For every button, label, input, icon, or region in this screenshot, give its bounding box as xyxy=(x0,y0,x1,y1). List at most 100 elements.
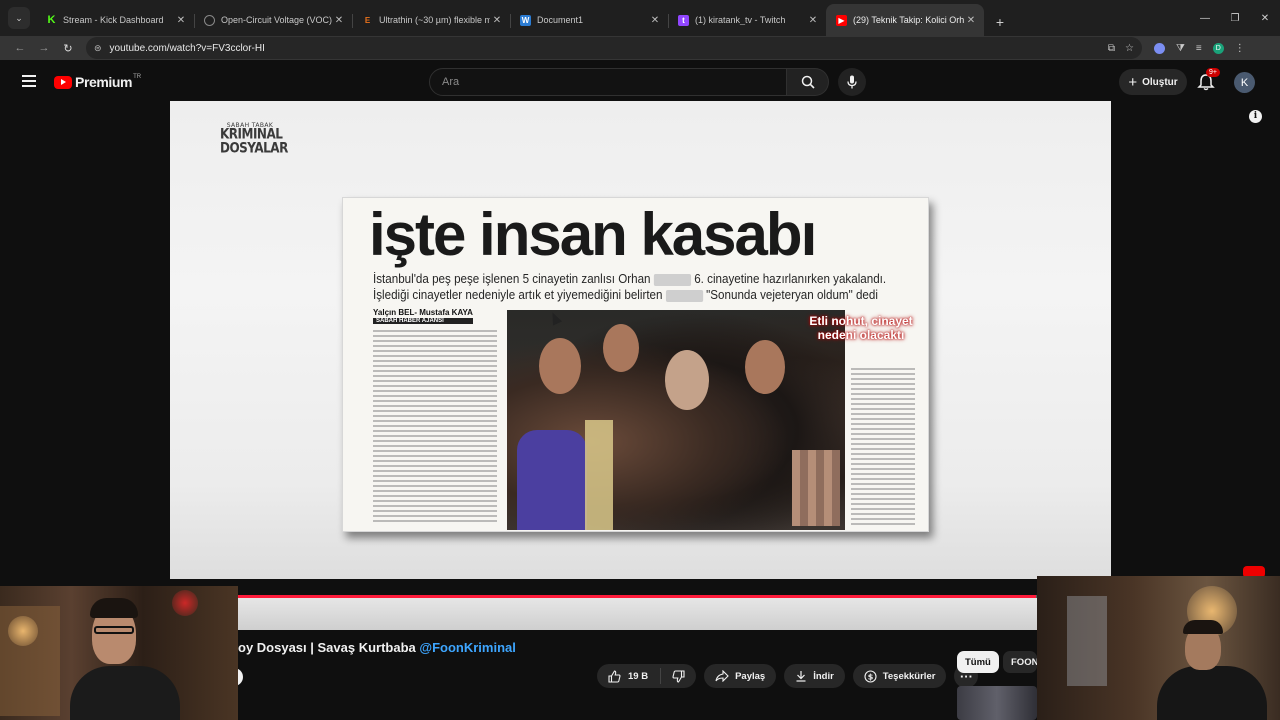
streamer-webcam-right xyxy=(1037,576,1280,720)
photo-face xyxy=(539,338,581,394)
tab-title: (29) Teknik Takip: Kolici Orhan A xyxy=(853,15,964,25)
browser-tab[interactable]: E Ultrathin (~30 µm) flexible mon ✕ xyxy=(352,4,510,36)
browser-tab[interactable]: K Stream - Kick Dashboard ✕ xyxy=(36,4,194,36)
browser-tab[interactable]: t (1) kiratank_tv - Twitch ✕ xyxy=(668,4,826,36)
photo-figure xyxy=(585,420,613,530)
clipping-text-column xyxy=(851,368,915,526)
back-arrow-icon[interactable]: ← xyxy=(8,36,32,60)
voice-search-button[interactable] xyxy=(838,68,866,96)
reading-list-icon[interactable]: ≡ xyxy=(1196,43,1202,54)
chip-all[interactable]: Tümü xyxy=(957,651,999,673)
minimize-icon[interactable]: — xyxy=(1190,0,1220,36)
url-text[interactable]: youtube.com/watch?v=FV3cclor-HI xyxy=(110,43,1108,54)
byline-authors: Yalçın BEL- Mustafa KAYA xyxy=(373,308,473,317)
tab-close-icon[interactable]: ✕ xyxy=(964,15,978,26)
hamburger-menu-icon[interactable] xyxy=(22,75,36,91)
tab-list: K Stream - Kick Dashboard ✕ Open-Circuit Vo… xyxy=(36,4,984,36)
chip-channel[interactable]: FOON xyxy=(1003,651,1037,673)
channel-watermark: SABAH TABAK KRIMINAL DOSYALAR xyxy=(220,123,288,155)
byline-agency: SABAH HABER AJANSI xyxy=(373,318,473,324)
thumbs-up-icon xyxy=(608,669,621,683)
like-button[interactable]: 19 B xyxy=(608,668,662,684)
extension-icon[interactable] xyxy=(1154,42,1165,54)
search-input[interactable] xyxy=(430,69,786,95)
tab-close-icon[interactable]: ✕ xyxy=(806,15,820,26)
region-label: TR xyxy=(133,74,142,80)
profile-avatar[interactable]: D xyxy=(1212,42,1224,54)
clipping-subline-2a: İşlediği cinayetler nedeniyle artık et y… xyxy=(373,288,663,302)
video-actions: 19 B Paylaş İndir $ Teşekkürler ··· xyxy=(597,664,979,688)
share-label: Paylaş xyxy=(735,670,766,682)
search-button[interactable] xyxy=(787,68,829,96)
photo-figure xyxy=(517,430,587,530)
youtube-icon: ▶ xyxy=(836,14,847,26)
create-button[interactable]: + Oluştur xyxy=(1119,69,1187,95)
photo-face xyxy=(665,350,709,410)
window-controls: — ❐ ✕ xyxy=(1190,0,1280,36)
site-info-icon[interactable]: ⊜ xyxy=(94,43,102,54)
browser-tab[interactable]: Open-Circuit Voltage (VOC) Eri✕ xyxy=(194,4,352,36)
tab-close-icon[interactable]: ✕ xyxy=(490,15,504,26)
tab-title: (1) kiratank_tv - Twitch xyxy=(695,15,786,25)
download-icon xyxy=(796,671,806,682)
account-avatar[interactable]: K xyxy=(1234,72,1255,93)
bookmark-star-icon[interactable]: ☆ xyxy=(1125,43,1134,54)
webcam-lamp xyxy=(172,590,198,616)
webcam-hair xyxy=(1183,620,1223,634)
clipping-headline: işte insan kasabı xyxy=(369,201,817,268)
tab-close-icon[interactable]: ✕ xyxy=(174,15,188,26)
thanks-label: Teşekkürler xyxy=(882,670,936,682)
tab-close-icon[interactable]: ✕ xyxy=(332,15,346,26)
download-button[interactable]: İndir xyxy=(784,664,845,688)
webcam-hair xyxy=(90,598,138,618)
webcam-person-body xyxy=(70,666,180,720)
video-progress-fill xyxy=(170,595,1036,598)
super-thanks-icon: $ xyxy=(864,669,877,683)
browser-tab[interactable]: W Document1 ✕ xyxy=(510,4,668,36)
plus-icon: + xyxy=(1128,73,1138,91)
player-bottom-band xyxy=(170,598,1111,630)
clipping-callout: Etli nohut, cinayet nedeni olacaktı xyxy=(809,314,913,343)
clipping-subline-1b: 6. cinayetine hazırlanırken yakalandı. xyxy=(694,272,887,286)
browser-tab[interactable]: ▶ (29) Teknik Takip: Kolici Orhan A✕ xyxy=(826,4,984,36)
channel-handle-link[interactable]: @FoonKriminal xyxy=(419,640,515,655)
forward-arrow-icon[interactable]: → xyxy=(32,36,56,60)
elsevier-icon: E xyxy=(364,15,371,25)
close-window-icon[interactable]: ✕ xyxy=(1250,0,1280,36)
new-tab-button[interactable]: + xyxy=(990,8,1010,36)
thanks-button[interactable]: $ Teşekkürler xyxy=(852,664,947,688)
extensions-puzzle-icon[interactable]: ⧩ xyxy=(1176,43,1185,54)
blurred-face xyxy=(792,450,840,526)
reload-icon[interactable]: ↻ xyxy=(56,36,80,60)
address-bar-row: ← → ↻ ⊜ youtube.com/watch?v=FV3cclor-HI … xyxy=(0,36,1280,60)
browser-menu-icon[interactable]: ⋮ xyxy=(1235,43,1245,54)
cast-icon[interactable]: ⧉ xyxy=(1108,43,1115,54)
omnibox[interactable]: ⊜ youtube.com/watch?v=FV3cclor-HI ⧉ ☆ xyxy=(86,37,1142,59)
dislike-button[interactable] xyxy=(661,669,696,683)
youtube-logo[interactable]: Premium TR xyxy=(54,74,141,90)
newspaper-clipping: işte insan kasabı İstanbul'da peş peşe i… xyxy=(342,197,929,532)
browser-tab-strip: ⌄ K Stream - Kick Dashboard ✕ Open-Circuit … xyxy=(0,0,1280,36)
search-icon xyxy=(801,75,815,89)
video-title-text: oy Dosyası | Savaş Kurtbaba xyxy=(238,640,416,655)
tab-close-icon[interactable]: ✕ xyxy=(648,15,662,26)
restore-icon[interactable]: ❐ xyxy=(1220,0,1250,36)
video-progress-bar[interactable] xyxy=(170,595,1111,598)
twitch-icon: t xyxy=(678,14,689,26)
like-dislike-group: 19 B xyxy=(597,664,697,688)
svg-text:$: $ xyxy=(868,672,874,681)
clipping-subline-1a: İstanbul'da peş peşe işlenen 5 cinayetin… xyxy=(373,272,651,286)
recommended-thumbnail[interactable] xyxy=(957,686,1037,720)
kick-icon: K xyxy=(47,14,56,26)
share-button[interactable]: Paylaş xyxy=(704,664,777,688)
photo-face xyxy=(745,340,785,394)
notification-badge: 9+ xyxy=(1206,68,1220,77)
tab-search-menu-icon[interactable]: ⌄ xyxy=(8,7,30,29)
webcam-window xyxy=(1067,596,1107,686)
thumbs-down-icon xyxy=(672,669,685,683)
tab-title: Ultrathin (~30 µm) flexible mon xyxy=(379,15,490,25)
video-player[interactable]: SABAH TABAK KRIMINAL DOSYALAR işte insan… xyxy=(170,101,1111,579)
info-icon[interactable]: i xyxy=(1249,110,1262,123)
microphone-icon xyxy=(847,75,857,89)
censor-block xyxy=(653,273,691,286)
